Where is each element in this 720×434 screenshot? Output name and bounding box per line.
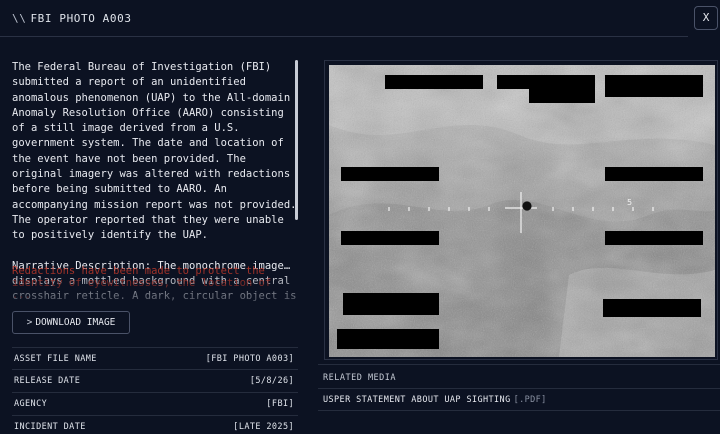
- metadata-label: RELEASE DATE: [14, 376, 81, 386]
- title-text: FBI PHOTO A003: [30, 12, 132, 25]
- metadata-table: ASSET FILE NAME [FBI PHOTO A003] RELEASE…: [12, 347, 298, 434]
- metadata-value: [LATE 2025]: [233, 422, 294, 432]
- title-prefix: \\: [12, 12, 27, 25]
- metadata-value: [FBI]: [266, 399, 294, 409]
- related-media-heading: RELATED MEDIA: [323, 373, 397, 383]
- uap-image-frame[interactable]: 5: [324, 60, 718, 360]
- metadata-row: RELEASE DATE [5/8/26]: [12, 370, 298, 393]
- reticle-mark: 5: [627, 198, 632, 207]
- close-button[interactable]: X: [694, 6, 718, 30]
- metadata-row: INCIDENT DATE [LATE 2025]: [12, 416, 298, 434]
- metadata-value: [5/8/26]: [249, 376, 294, 386]
- modal-header: \\ FBI PHOTO A003 X: [0, 0, 720, 38]
- related-divider: [318, 388, 720, 389]
- metadata-value: [FBI PHOTO A003]: [205, 354, 294, 364]
- related-media-link[interactable]: USPER STATEMENT ABOUT UAP SIGHTING [.PDF]: [323, 395, 547, 405]
- uap-image: 5: [329, 65, 715, 357]
- narrative-text: Narrative Description: The monochrome im…: [12, 259, 297, 303]
- metadata-label: AGENCY: [14, 399, 48, 409]
- description-panel: The Federal Bureau of Investigation (FBI…: [12, 60, 300, 304]
- description-scrollbar[interactable]: [295, 60, 298, 220]
- metadata-label: INCIDENT DATE: [14, 422, 86, 432]
- related-divider-bottom: [318, 410, 720, 411]
- modal-title: \\ FBI PHOTO A003: [12, 12, 132, 25]
- related-divider-top: [318, 364, 720, 365]
- download-label: DOWNLOAD IMAGE: [35, 317, 116, 328]
- chevron-right-icon: >: [26, 317, 33, 328]
- download-image-button[interactable]: > DOWNLOAD IMAGE: [12, 311, 130, 334]
- related-item-ext: [.PDF]: [513, 395, 547, 405]
- metadata-label: ASSET FILE NAME: [14, 354, 97, 364]
- header-divider: [0, 36, 688, 37]
- uap-object: [522, 201, 532, 211]
- close-icon: X: [702, 11, 710, 24]
- metadata-row: ASSET FILE NAME [FBI PHOTO A003]: [12, 347, 298, 370]
- related-item-label: USPER STATEMENT ABOUT UAP SIGHTING: [323, 395, 511, 405]
- metadata-row: AGENCY [FBI]: [12, 393, 298, 416]
- summary-text: The Federal Bureau of Investigation (FBI…: [12, 61, 297, 242]
